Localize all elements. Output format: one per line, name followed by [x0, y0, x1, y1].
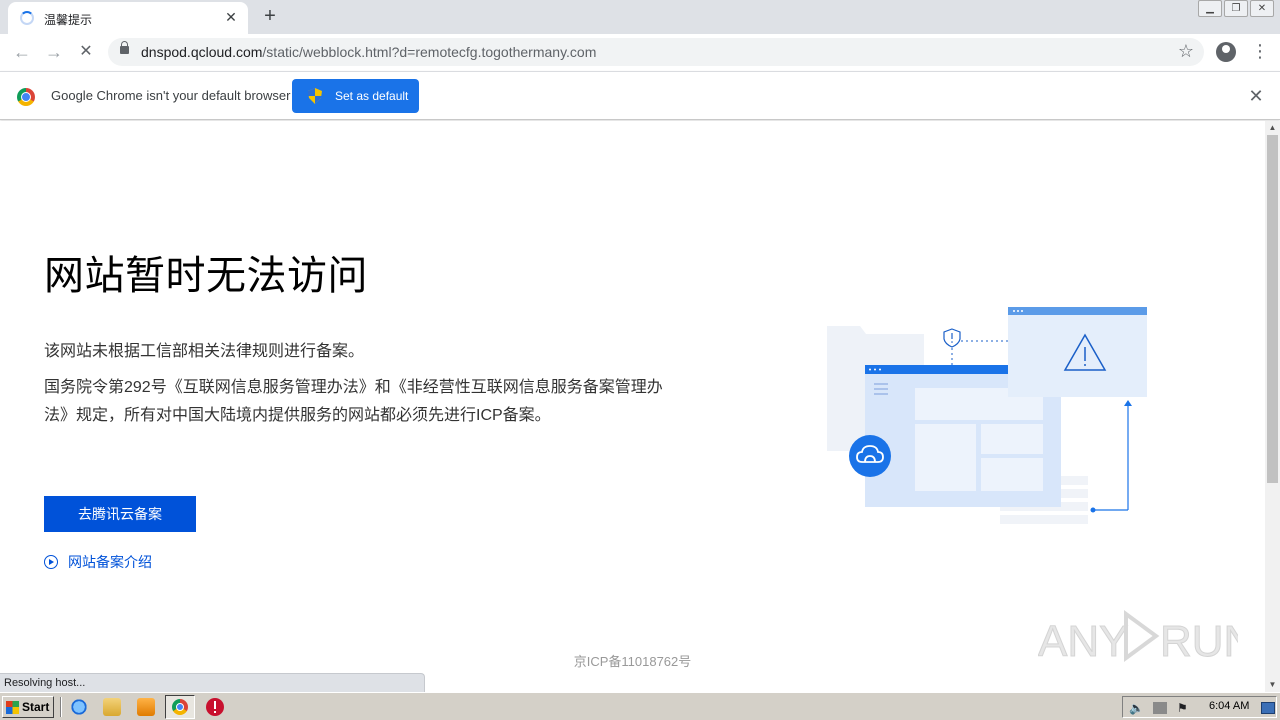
network-icon[interactable] [1153, 702, 1167, 714]
chrome-taskbar-icon [172, 699, 188, 715]
loading-spinner-icon [20, 11, 34, 25]
system-tray: 🔈 ⚑ 6:04 AM [1122, 696, 1277, 718]
media-player-icon[interactable] [137, 698, 155, 716]
default-browser-infobar: Google Chrome isn't your default browser… [0, 71, 1280, 120]
url-path: /static/webblock.html?d=remotecfg.togoth… [262, 44, 597, 60]
restore-button[interactable]: ❐ [1224, 0, 1248, 17]
status-bubble: Resolving host... [0, 673, 425, 692]
anyrun-watermark-logo: ANY RUN [1038, 610, 1238, 666]
notice-paragraph-1: 该网站未根据工信部相关法律规则进行备案。 [44, 343, 365, 360]
chrome-logo-icon [17, 88, 35, 106]
scroll-up-arrow-icon[interactable]: ▲ [1265, 121, 1280, 135]
show-desktop-icon[interactable] [1261, 702, 1275, 714]
windows-taskbar: Start 🔈 ⚑ 6:04 AM [0, 692, 1280, 720]
page-title: 网站暂时无法访问 [44, 254, 368, 298]
filing-intro-label: 网站备案介绍 [68, 554, 152, 570]
bookmark-star-icon[interactable]: ☆ [1178, 41, 1194, 62]
svg-text:RUN: RUN [1160, 617, 1238, 666]
scroll-down-arrow-icon[interactable]: ▼ [1265, 678, 1280, 692]
infobar-close-icon[interactable]: ✕ [1246, 86, 1266, 106]
start-button[interactable]: Start [2, 696, 54, 718]
stop-loading-button[interactable]: ✕ [74, 40, 98, 64]
action-center-flag-icon[interactable]: ⚑ [1177, 701, 1191, 715]
lock-icon[interactable] [120, 41, 129, 54]
new-tab-button[interactable]: + [258, 5, 282, 29]
minimize-button[interactable]: ▁ [1198, 0, 1222, 17]
tab-strip: 温馨提示 ✕ + ▁ ❐ ✕ [0, 0, 1280, 34]
infobar-message: Google Chrome isn't your default browser [51, 88, 291, 103]
windows-flag-icon [6, 701, 19, 714]
tab-title: 温馨提示 [44, 13, 93, 27]
blocked-site-illustration [827, 307, 1147, 524]
taskbar-chrome-button[interactable] [165, 695, 195, 719]
page-content: 网站暂时无法访问 该网站未根据工信部相关法律规则进行备案。 国务院令第292号《… [0, 121, 1265, 692]
volume-icon[interactable]: 🔈 [1129, 701, 1144, 715]
svg-text:ANY: ANY [1038, 617, 1128, 666]
taskbar-clock[interactable]: 6:04 AM [1209, 700, 1249, 712]
forward-button[interactable]: → [42, 40, 66, 64]
url-host: dnspod.qcloud.com [141, 44, 263, 60]
start-label: Start [22, 700, 50, 714]
filing-intro-link[interactable]: 网站备案介绍 [44, 552, 152, 572]
set-default-label: Set as default [335, 89, 409, 103]
browser-toolbar: ← → ✕ dnspod.qcloud.com/static/webblock.… [0, 34, 1280, 70]
tab-close-icon[interactable]: ✕ [222, 8, 240, 26]
window-controls: ▁ ❐ ✕ [1196, 0, 1274, 18]
browser-tab[interactable]: 温馨提示 ✕ [8, 2, 248, 34]
file-explorer-icon[interactable] [103, 698, 121, 716]
uac-shield-icon [308, 88, 322, 104]
scrollbar-thumb[interactable] [1267, 135, 1278, 483]
go-to-filing-button[interactable]: 去腾讯云备案 [44, 496, 196, 532]
page-scrollbar[interactable]: ▲ ▼ [1265, 121, 1280, 692]
back-button[interactable]: ← [10, 40, 34, 64]
window-close-button[interactable]: ✕ [1250, 0, 1274, 17]
internet-explorer-icon[interactable] [70, 698, 88, 716]
set-default-button[interactable]: Set as default [292, 79, 419, 113]
stop-sign-icon[interactable] [206, 698, 224, 716]
profile-avatar-icon[interactable] [1216, 42, 1236, 62]
url-text[interactable]: dnspod.qcloud.com/static/webblock.html?d… [141, 44, 596, 60]
address-bar[interactable]: dnspod.qcloud.com/static/webblock.html?d… [108, 38, 1204, 66]
play-circle-icon [44, 555, 58, 569]
chrome-menu-icon[interactable]: ⋮ [1250, 42, 1270, 62]
taskbar-separator [60, 697, 62, 717]
notice-paragraph-2: 国务院令第292号《互联网信息服务管理办法》和《非经营性互联网信息服务备案管理办… [44, 379, 663, 424]
